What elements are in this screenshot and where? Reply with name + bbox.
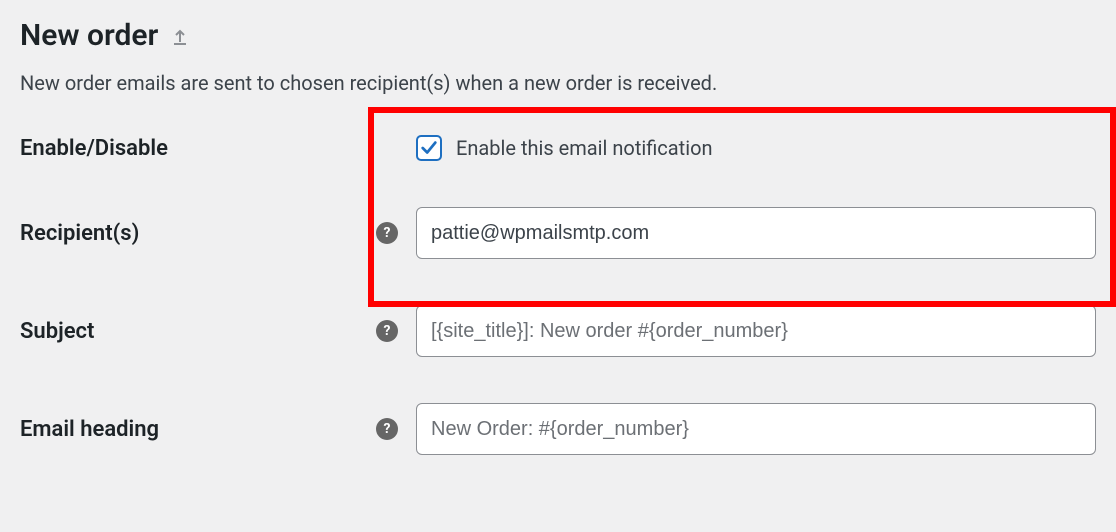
row-subject: Subject ? [20,305,1096,357]
back-icon[interactable] [170,26,190,46]
settings-form: Enable/Disable Enable this email notific… [20,135,1096,455]
helper-recipients: ? [376,222,416,244]
help-icon[interactable]: ? [376,222,398,244]
input-cell-subject [416,305,1096,357]
input-cell-email-heading [416,403,1096,455]
enable-checkbox[interactable] [416,135,442,161]
label-email-heading: Email heading [20,417,376,442]
recipients-input[interactable] [416,207,1096,259]
page-title-text: New order [20,18,158,53]
helper-subject: ? [376,320,416,342]
help-icon[interactable]: ? [376,320,398,342]
row-recipients: Recipient(s) ? [20,207,1096,259]
enable-checkbox-wrap[interactable]: Enable this email notification [416,135,713,161]
input-cell-enable: Enable this email notification [416,135,1096,161]
row-email-heading: Email heading ? [20,403,1096,455]
label-enable: Enable/Disable [20,136,376,161]
page-title: New order [20,18,190,53]
subject-input[interactable] [416,305,1096,357]
enable-checkbox-label: Enable this email notification [456,136,713,160]
label-recipients: Recipient(s) [20,221,376,246]
page-description: New order emails are sent to chosen reci… [20,71,1096,95]
row-enable: Enable/Disable Enable this email notific… [20,135,1096,161]
help-icon[interactable]: ? [376,418,398,440]
email-heading-input[interactable] [416,403,1096,455]
helper-email-heading: ? [376,418,416,440]
input-cell-recipients [416,207,1096,259]
label-subject: Subject [20,319,376,344]
